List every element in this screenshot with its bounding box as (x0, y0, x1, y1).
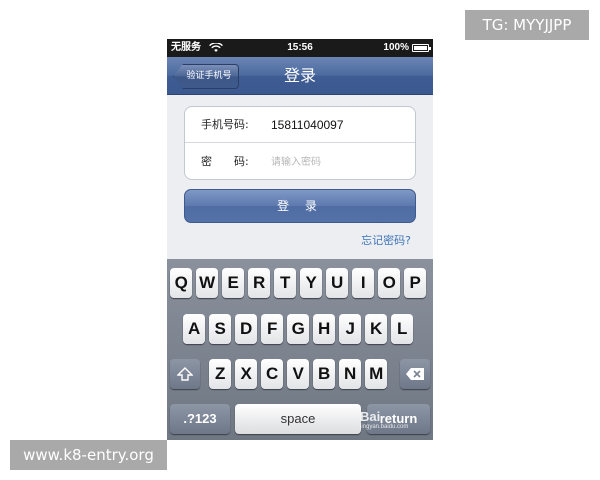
navigation-bar: 登录 验证手机号 (167, 57, 433, 95)
key-e[interactable]: E (222, 268, 245, 298)
key-h[interactable]: H (313, 314, 336, 344)
key-i[interactable]: I (352, 268, 375, 298)
key-t[interactable]: T (274, 268, 297, 298)
key-n[interactable]: N (339, 359, 362, 389)
screenshot-canvas: TG: MYYJJPP 无服务 15:56 100% 登录 验证手机号 手机号码… (0, 0, 600, 480)
delete-key[interactable] (400, 359, 430, 389)
key-o[interactable]: O (378, 268, 401, 298)
phone-screen: 无服务 15:56 100% 登录 验证手机号 手机号码: 1581104009… (167, 39, 433, 440)
key-k[interactable]: K (365, 314, 388, 344)
key-r[interactable]: R (248, 268, 271, 298)
watermark-top: TG: MYYJJPP (465, 10, 589, 40)
space-key[interactable]: space (235, 404, 361, 434)
password-field[interactable] (271, 152, 403, 172)
password-label: 密 码: (201, 155, 249, 168)
key-q[interactable]: Q (170, 268, 193, 298)
watermark-bottom: www.k8-entry.org (10, 440, 167, 470)
shift-key[interactable] (170, 359, 200, 389)
baidu-watermark: Bai (360, 409, 381, 424)
key-c[interactable]: C (261, 359, 284, 389)
battery-percent: 100% (383, 42, 409, 53)
numbers-key[interactable]: .?123 (170, 404, 230, 434)
key-j[interactable]: J (339, 314, 362, 344)
forgot-password-link[interactable]: 忘记密码? (361, 232, 411, 248)
login-form: 手机号码: 15811040097 密 码: (184, 106, 416, 180)
login-button[interactable]: 登 录 (184, 189, 416, 223)
key-g[interactable]: G (287, 314, 310, 344)
key-u[interactable]: U (326, 268, 349, 298)
key-v[interactable]: V (287, 359, 310, 389)
key-m[interactable]: M (365, 359, 388, 389)
phone-field[interactable]: 15811040097 (271, 107, 344, 143)
shift-arrow-icon (176, 367, 194, 381)
key-s[interactable]: S (209, 314, 232, 344)
key-x[interactable]: X (235, 359, 258, 389)
backspace-icon (406, 368, 424, 380)
back-button[interactable]: 验证手机号 (173, 64, 239, 89)
phone-label: 手机号码: (201, 118, 249, 131)
key-z[interactable]: Z (209, 359, 232, 389)
password-row[interactable]: 密 码: (185, 144, 415, 180)
baidu-watermark-url: jingyan.baidu.com (360, 424, 409, 430)
key-d[interactable]: D (235, 314, 258, 344)
key-a[interactable]: A (183, 314, 206, 344)
key-b[interactable]: B (313, 359, 336, 389)
key-y[interactable]: Y (300, 268, 323, 298)
key-f[interactable]: F (261, 314, 284, 344)
phone-row[interactable]: 手机号码: 15811040097 (185, 107, 415, 143)
key-l[interactable]: L (391, 314, 414, 344)
battery-icon (412, 44, 431, 52)
key-p[interactable]: P (404, 268, 427, 298)
keyboard: Q W E R T Y U I O P A S D F G H J K L Z X C V B N M .?123 space retu… (167, 259, 433, 440)
key-w[interactable]: W (196, 268, 219, 298)
status-bar: 无服务 15:56 100% (167, 39, 433, 57)
